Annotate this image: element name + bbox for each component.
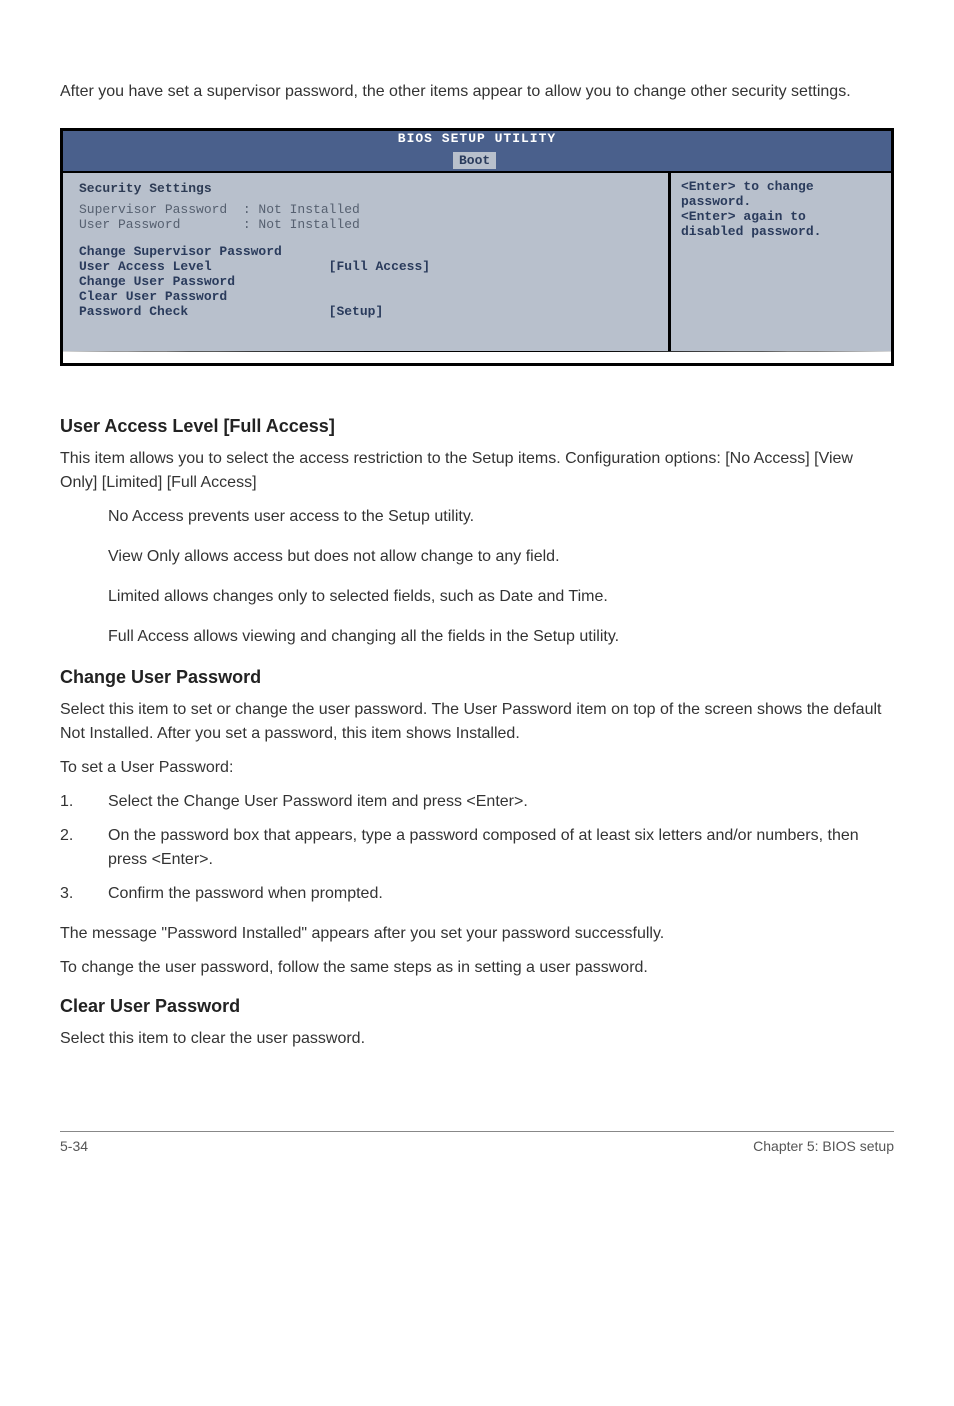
page-number: 5-34 <box>60 1138 88 1154</box>
password-check-label: Password Check <box>79 304 188 319</box>
bios-tab-row: Boot <box>63 151 891 171</box>
bios-left-panel: Security Settings Supervisor Password : … <box>63 173 671 341</box>
bios-title: BIOS SETUP UTILITY <box>63 131 891 151</box>
help-line: <Enter> to change <box>681 179 881 194</box>
page-footer: 5-34 Chapter 5: BIOS setup <box>60 1131 894 1154</box>
bios-setup-box: BIOS SETUP UTILITY Boot Security Setting… <box>60 128 894 366</box>
user-access-level-heading: User Access Level [Full Access] <box>60 416 894 437</box>
help-line: password. <box>681 194 881 209</box>
change-password-follow-steps: To change the user password, follow the … <box>60 956 894 980</box>
step-text: Select the Change User Password item and… <box>108 790 528 814</box>
clear-user-password-entry: Clear User Password <box>79 289 652 304</box>
bios-tab-boot: Boot <box>453 152 496 169</box>
no-access-line: No Access prevents user access to the Se… <box>108 505 894 529</box>
user-access-level-label: User Access Level <box>79 259 212 274</box>
step-2: 2.On the password box that appears, type… <box>60 824 894 872</box>
password-check-entry: Password Check [Setup] <box>79 304 652 319</box>
user-access-level-desc: This item allows you to select the acces… <box>60 447 894 495</box>
set-password-steps: 1.Select the Change User Password item a… <box>60 790 894 906</box>
to-set-user-password: To set a User Password: <box>60 756 894 780</box>
step-3: 3.Confirm the password when prompted. <box>60 882 894 906</box>
change-user-password-entry: Change User Password <box>79 274 652 289</box>
change-user-password-heading: Change User Password <box>60 667 894 688</box>
user-access-level-entry: User Access Level [Full Access] <box>79 259 652 274</box>
password-check-value: [Setup] <box>329 304 384 319</box>
full-access-line: Full Access allows viewing and changing … <box>108 625 894 649</box>
change-supervisor-password-entry: Change Supervisor Password <box>79 244 652 259</box>
step-number: 2. <box>60 824 108 872</box>
view-only-line: View Only allows access but does not all… <box>108 545 894 569</box>
step-text: Confirm the password when prompted. <box>108 882 383 906</box>
user-password-row: User Password : Not Installed <box>79 217 652 232</box>
security-settings-heading: Security Settings <box>79 181 652 196</box>
supervisor-password-row: Supervisor Password : Not Installed <box>79 202 652 217</box>
bios-help-panel: <Enter> to change password. <Enter> agai… <box>671 173 891 341</box>
bios-bottom-curve <box>63 341 891 363</box>
chapter-label: Chapter 5: BIOS setup <box>753 1138 894 1154</box>
clear-user-password-desc: Select this item to clear the user passw… <box>60 1027 894 1051</box>
help-line: disabled password. <box>681 224 881 239</box>
change-user-password-desc: Select this item to set or change the us… <box>60 698 894 746</box>
step-number: 1. <box>60 790 108 814</box>
limited-line: Limited allows changes only to selected … <box>108 585 894 609</box>
step-number: 3. <box>60 882 108 906</box>
step-1: 1.Select the Change User Password item a… <box>60 790 894 814</box>
step-text: On the password box that appears, type a… <box>108 824 894 872</box>
intro-text: After you have set a supervisor password… <box>60 80 894 104</box>
password-installed-message: The message "Password Installed" appears… <box>60 922 894 946</box>
user-access-level-value: [Full Access] <box>329 259 430 274</box>
help-line: <Enter> again to <box>681 209 881 224</box>
clear-user-password-heading: Clear User Password <box>60 996 894 1017</box>
